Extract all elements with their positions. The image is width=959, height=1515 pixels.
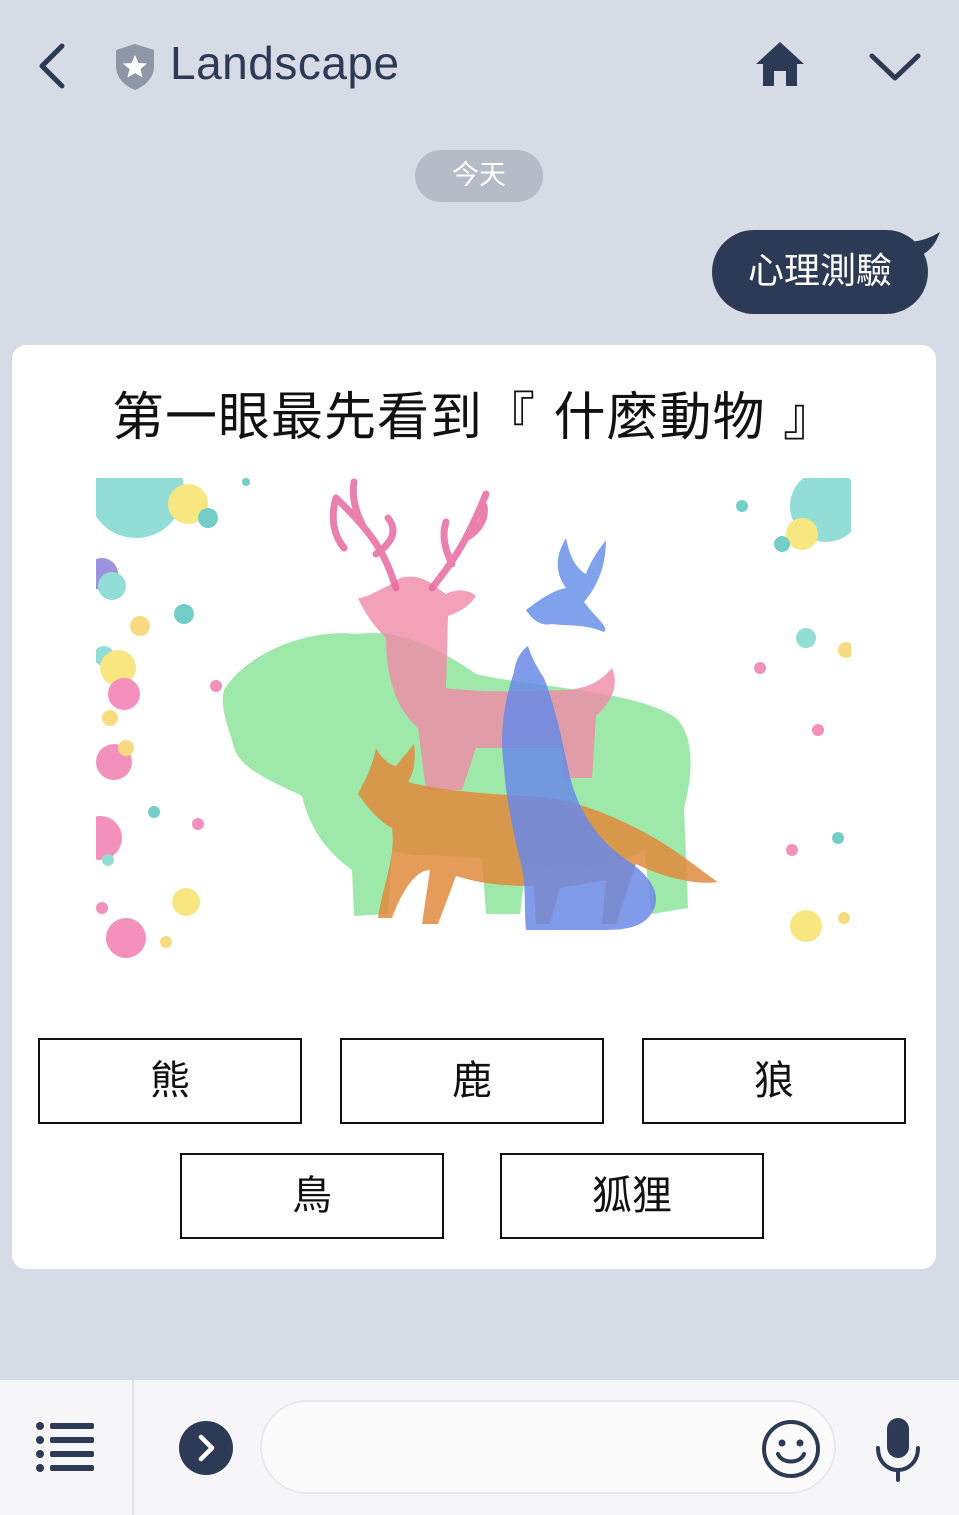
option-fox-button[interactable]: 狐狸	[500, 1153, 764, 1239]
back-button[interactable]	[28, 38, 76, 94]
option-bear-button[interactable]: 熊	[38, 1038, 302, 1124]
smiley-icon	[762, 1420, 820, 1478]
message-bubble: 心理測驗	[712, 230, 928, 314]
chat-title: Landscape	[170, 37, 400, 89]
header-menu-button[interactable]	[864, 44, 926, 88]
emoji-button[interactable]	[760, 1418, 822, 1480]
option-deer-button[interactable]: 鹿	[340, 1038, 604, 1124]
outgoing-message[interactable]: 心理測驗	[710, 230, 950, 316]
quiz-title: 第一眼最先看到『 什麼動物 』	[111, 388, 837, 448]
list-icon	[36, 1422, 94, 1472]
chevron-left-icon	[39, 43, 65, 89]
option-wolf-button[interactable]: 狼	[642, 1038, 906, 1124]
rich-menu-button[interactable]	[34, 1420, 96, 1474]
divider	[132, 1380, 134, 1515]
animal-illustration	[96, 478, 851, 958]
quiz-card: 第一眼最先看到『 什麼動物 』 熊 鹿 狼 鳥 狐狸	[12, 345, 936, 1269]
home-button[interactable]	[752, 38, 808, 92]
shield-star-icon	[112, 42, 158, 92]
message-input[interactable]	[260, 1400, 836, 1494]
option-bird-button[interactable]: 鳥	[180, 1153, 444, 1239]
expand-button[interactable]	[178, 1420, 234, 1476]
home-icon	[756, 42, 804, 86]
date-separator: 今天	[415, 150, 543, 202]
microphone-icon	[876, 1418, 920, 1482]
chevron-right-circle-icon	[179, 1421, 233, 1475]
chevron-down-icon	[869, 53, 921, 81]
message-input-bar	[0, 1380, 959, 1515]
chat-header: Landscape	[0, 0, 959, 130]
voice-button[interactable]	[872, 1416, 924, 1484]
